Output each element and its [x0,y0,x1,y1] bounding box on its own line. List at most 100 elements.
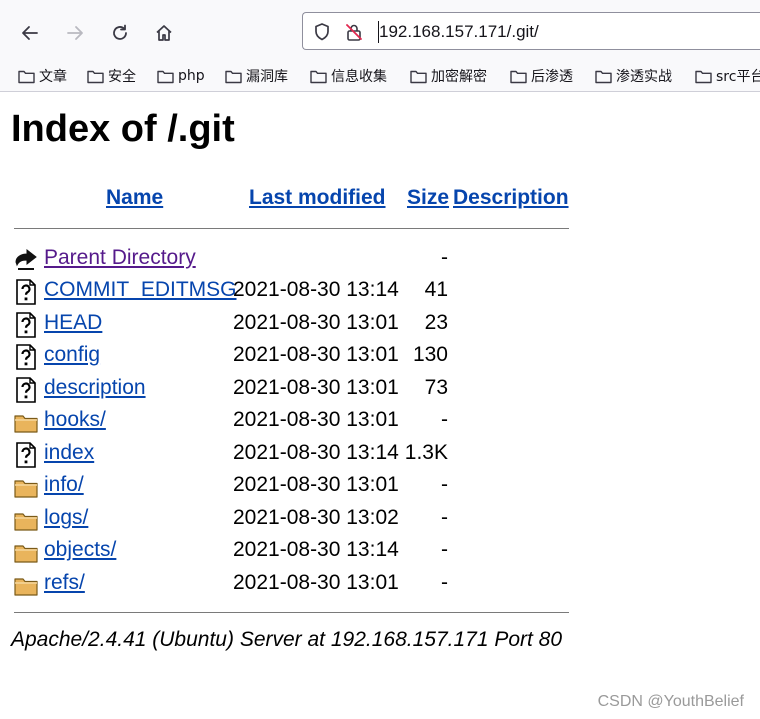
watermark: CSDN @YouthBelief [597,693,744,710]
folder-link[interactable]: refs/ [44,571,85,595]
bookmark-label: src平台 [716,69,760,85]
server-signature: Apache/2.4.41 (Ubuntu) Server at 192.168… [11,628,563,651]
folder-icon [14,415,38,433]
table-row: hooks/ 2021-08-30 13:01 - [0,406,600,438]
date-cell: 2021-08-30 13:02 [233,506,399,529]
home-icon [156,25,172,41]
browser-toolbar: 192.168.157.171/.git/ [0,0,760,60]
insecure-lock-icon[interactable] [343,21,365,43]
page-title: Index of /.git [11,108,235,150]
url-text[interactable]: 192.168.157.171/.git/ [379,22,539,42]
folder-link[interactable]: objects/ [44,538,116,562]
column-header-last-modified[interactable]: Last modified [249,186,386,210]
address-bar[interactable]: 192.168.157.171/.git/ [302,12,760,50]
bookmark-label: 信息收集 [331,69,387,85]
folder-outline-icon [510,70,527,83]
home-button[interactable] [149,18,179,48]
bookmark-label: php [178,68,205,84]
arrow-left-icon [22,26,38,40]
table-row: refs/ 2021-08-30 13:01 - [0,569,600,601]
reload-icon [113,24,127,40]
folder-outline-icon [595,70,612,83]
unknown-file-icon [16,377,36,403]
table-row: index 2021-08-30 13:14 1.3K [0,439,600,471]
bookmark-folder[interactable]: 信息收集 [310,65,387,87]
bookmark-label: 渗透实战 [616,69,672,85]
bookmarks-bar: 文章 安全 php 漏洞库 信息收集 加密解密 后渗透 渗透实战 src平台 [0,60,760,92]
bookmark-folder[interactable]: 文章 [18,65,67,87]
date-cell: 2021-08-30 13:01 [233,376,399,399]
arrow-right-icon [67,26,83,40]
date-cell: 2021-08-30 13:01 [233,571,399,594]
folder-outline-icon [225,70,242,83]
folder-outline-icon [87,70,104,83]
date-cell: 2021-08-30 13:14 [233,441,399,464]
file-link[interactable]: HEAD [44,311,102,335]
file-link[interactable]: COMMIT_EDITMSG [44,278,237,302]
size-cell: - [441,506,448,529]
bookmark-folder[interactable]: 后渗透 [510,65,573,87]
size-cell: 130 [412,343,448,366]
column-header-size[interactable]: Size [407,186,449,210]
bookmark-label: 安全 [108,69,136,85]
folder-icon [14,480,38,498]
folder-outline-icon [695,70,712,83]
table-row: COMMIT_EDITMSG 2021-08-30 13:14 41 [0,276,600,308]
size-cell: - [441,408,448,431]
date-cell: 2021-08-30 13:01 [233,311,399,334]
folder-link[interactable]: logs/ [44,506,88,530]
date-cell: 2021-08-30 13:01 [233,473,399,496]
bookmark-folder[interactable]: src平台 [695,65,760,87]
table-row: config 2021-08-30 13:01 130 [0,341,600,373]
bookmark-label: 文章 [39,69,67,85]
unknown-file-icon [16,344,36,370]
folder-outline-icon [410,70,427,83]
parent-directory-link[interactable]: Parent Directory [44,246,196,270]
folder-outline-icon [310,70,327,83]
back-arrow-icon [15,248,37,270]
size-cell: - [441,538,448,561]
size-cell: - [441,473,448,496]
date-cell: 2021-08-30 13:14 [233,538,399,561]
bookmark-folder[interactable]: 渗透实战 [595,65,672,87]
shield-icon[interactable] [311,21,333,43]
file-link[interactable]: description [44,376,146,400]
date-cell: 2021-08-30 13:14 [233,278,399,301]
size-cell: 73 [424,376,448,399]
bookmark-folder[interactable]: 漏洞库 [225,65,288,87]
folder-icon [14,513,38,531]
bookmark-label: 后渗透 [531,69,573,85]
file-link[interactable]: config [44,343,100,367]
unknown-file-icon [16,442,36,468]
table-row: objects/ 2021-08-30 13:14 - [0,536,600,568]
reload-button[interactable] [105,18,135,48]
size-cell: - [441,571,448,594]
folder-link[interactable]: info/ [44,473,84,497]
table-row: HEAD 2021-08-30 13:01 23 [0,309,600,341]
bookmark-label: 加密解密 [431,69,487,85]
folder-outline-icon [157,70,174,83]
parent-directory-row: Parent Directory - [0,244,600,276]
folder-outline-icon [18,70,35,83]
file-link[interactable]: index [44,441,94,465]
bookmark-label: 漏洞库 [246,69,288,85]
size-cell: 41 [424,278,448,301]
forward-button[interactable] [60,18,90,48]
size-cell: 23 [424,311,448,334]
unknown-file-icon [16,279,36,305]
table-divider [14,612,569,613]
column-header-name[interactable]: Name [106,186,163,210]
folder-icon [14,578,38,596]
date-cell: 2021-08-30 13:01 [233,343,399,366]
folder-link[interactable]: hooks/ [44,408,106,432]
table-row: info/ 2021-08-30 13:01 - [0,471,600,503]
table-row: description 2021-08-30 13:01 73 [0,374,600,406]
bookmark-folder[interactable]: 安全 [87,65,136,87]
column-header-description[interactable]: Description [453,186,569,210]
bookmark-folder[interactable]: php [157,65,205,87]
folder-icon [14,545,38,563]
bookmark-folder[interactable]: 加密解密 [410,65,487,87]
size-cell: - [441,246,448,269]
date-cell: 2021-08-30 13:01 [233,408,399,431]
back-button[interactable] [15,18,45,48]
